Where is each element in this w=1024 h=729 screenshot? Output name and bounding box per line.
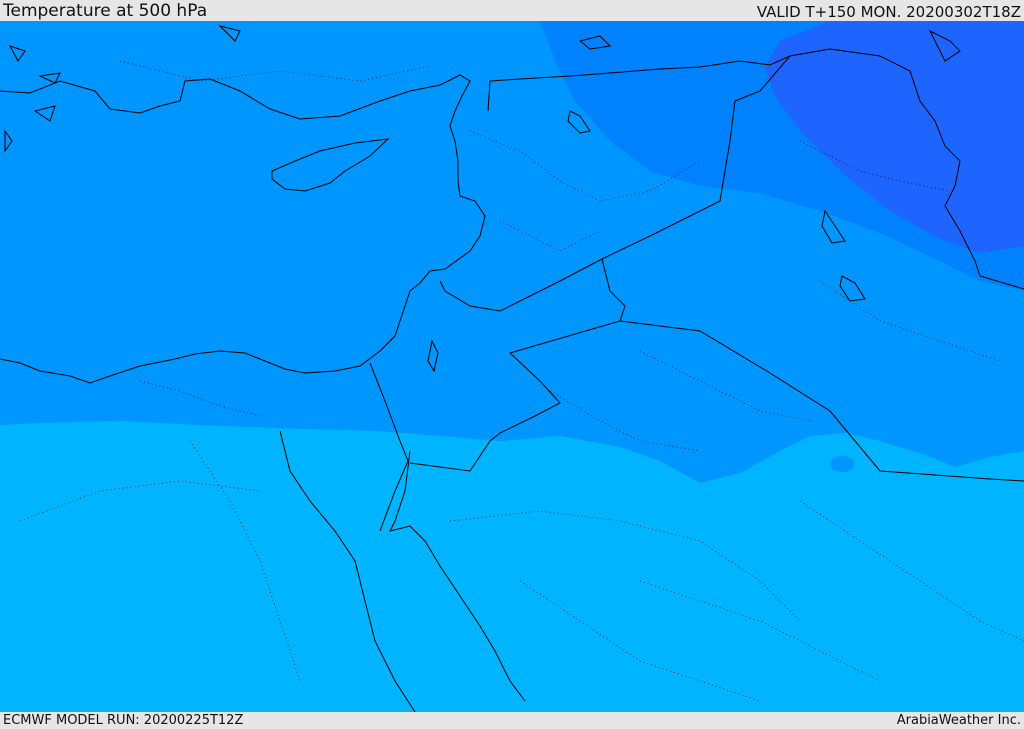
valid-time: VALID T+150 MON. 20200302T18Z (756, 3, 1021, 21)
map-title: Temperature at 500 hPa (3, 1, 208, 21)
model-run: ECMWF MODEL RUN: 20200225T12Z (3, 713, 244, 728)
temp-blob (830, 456, 854, 472)
weather-map (0, 21, 1024, 712)
header-bar: Temperature at 500 hPa VALID T+150 MON. … (0, 0, 1024, 21)
footer-bar: ECMWF MODEL RUN: 20200225T12Z ArabiaWeat… (0, 712, 1024, 729)
credit: ArabiaWeather Inc. (896, 713, 1021, 728)
